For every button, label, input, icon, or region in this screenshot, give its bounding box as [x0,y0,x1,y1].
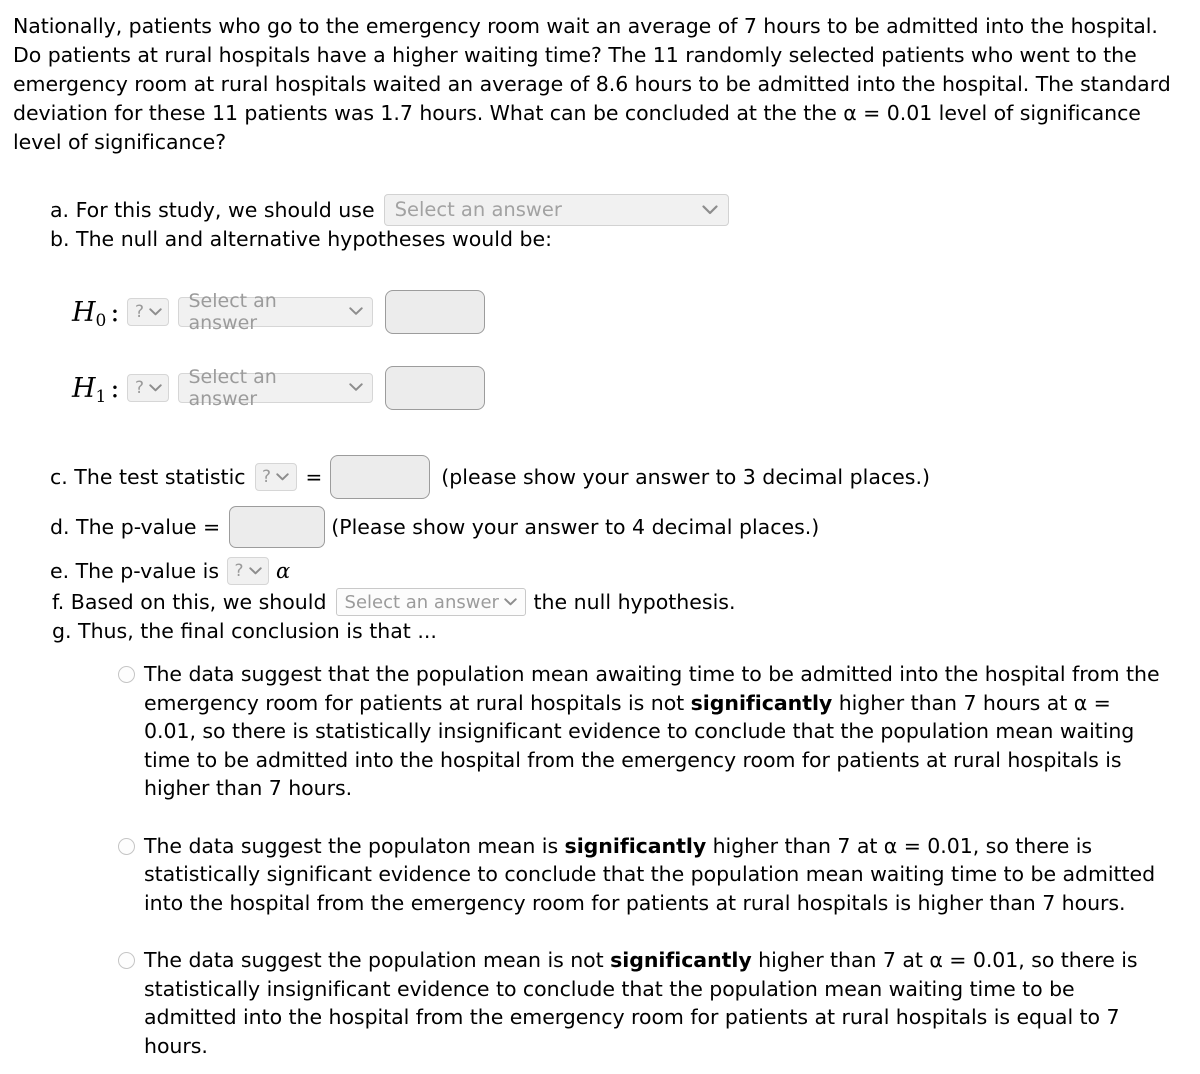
hypothesis-alternative-colon: : [110,372,120,404]
chevron-down-icon [276,470,289,485]
h1-parameter-select-value: ? [134,378,144,398]
chevron-down-glyph [701,205,718,215]
chevron-down-icon [149,381,162,396]
conclusion-option-2[interactable]: The data suggest the populaton mean is s… [118,832,1178,918]
part-a-row: a. For this study, we should use Select … [50,194,729,226]
p-value-comparison-select[interactable]: ? [227,557,270,585]
chevron-down-icon [248,564,262,579]
conclusion-option-2-label: The data suggest the populaton mean is s… [144,833,1156,915]
part-g-label: g. Thus, the final conclusion is that ..… [52,619,437,643]
part-c-equals: = [305,465,323,489]
h0-parameter-select-value: ? [134,302,144,322]
emphasis-text: significantly [610,948,752,972]
chevron-down-icon [503,595,517,610]
conclusion-option-3-label: The data suggest the population mean is … [144,948,1138,1058]
h1-operator-select[interactable]: Select an answer [178,366,374,410]
problem-statement: Nationally, patients who go to the emerg… [13,14,1171,154]
radio-button-icon[interactable] [118,952,135,969]
hypothesis-null-colon: : [110,296,120,328]
chevron-down-icon [349,380,364,396]
part-d-note: (Please show your answer to 4 decimal pl… [331,515,820,539]
chevron-down-icon [149,305,162,320]
chevron-down-glyph [149,307,162,315]
test-statistic-type-select[interactable]: ? [254,463,297,491]
chevron-down-icon [349,304,364,320]
h0-parameter-select[interactable]: ? [127,298,170,326]
chevron-down-icon [701,202,718,218]
hypothesis-alternative-subscript: 1 [95,386,107,407]
part-e-row: e. The p-value is ? α [50,557,290,585]
conclusion-option-1-label: The data suggest that the population mea… [144,662,1160,800]
decision-select-value: Select an answer [344,591,499,613]
emphasis-text: significantly [690,690,833,715]
h1-value-input[interactable] [385,366,486,410]
conclusion-options-group: The data suggest that the population mea… [118,660,1178,1060]
radio-button-icon[interactable] [118,837,135,855]
test-statistic-input[interactable] [330,455,431,499]
p-value-input[interactable] [229,506,326,548]
emphasis-text: significantly [564,833,707,858]
part-f-label-after: the null hypothesis. [533,590,736,614]
part-d-row: d. The p-value = (Please show your answe… [50,506,819,548]
conclusion-option-1[interactable]: The data suggest that the population mea… [118,660,1178,803]
hypothesis-null-symbol: H [72,296,96,328]
test-statistic-type-select-value: ? [262,467,272,487]
h0-operator-select-value: Select an answer [188,290,277,334]
h1-parameter-select[interactable]: ? [127,374,170,402]
chevron-down-glyph [349,383,364,391]
p-value-comparison-select-value: ? [234,561,244,581]
part-e-label: e. The p-value is [50,559,220,583]
h0-value-input[interactable] [385,290,486,334]
decision-select[interactable]: Select an answer [335,588,526,616]
part-f-row: f. Based on this, we should Select an an… [52,588,735,616]
hypothesis-null-label: H0: [72,296,120,331]
hypothesis-null-subscript: 0 [95,310,107,331]
conclusion-option-3[interactable]: The data suggest the population mean is … [118,946,1178,1060]
hypothesis-alternative-row: H1: ? Select an answer [72,366,486,410]
part-f-label-before: f. Based on this, we should [52,590,327,614]
part-c-row: c. The test statistic ? = (please show y… [50,455,930,499]
hypothesis-alternative-label: H1: [72,372,120,407]
part-d-label: d. The p-value = [50,515,221,539]
part-c-note: (please show your answer to 3 decimal pl… [441,465,930,489]
chevron-down-glyph [276,472,289,480]
chevron-down-glyph [149,383,162,391]
hypothesis-null-row: H0: ? Select an answer [72,290,486,334]
radio-button-icon[interactable] [118,666,135,683]
h0-operator-select[interactable]: Select an answer [178,290,374,334]
alpha-symbol: α [276,559,291,583]
study-type-select-value: Select an answer [394,198,562,221]
chevron-down-glyph [248,566,262,574]
part-c-label: c. The test statistic [50,465,246,489]
study-type-select[interactable]: Select an answer [383,194,729,226]
hypothesis-alternative-symbol: H [72,372,96,404]
h1-operator-select-value: Select an answer [188,366,277,410]
worksheet-page: Nationally, patients who go to the emerg… [0,0,1200,1074]
chevron-down-glyph [349,307,364,315]
part-a-label: a. For this study, we should use [50,198,375,222]
chevron-down-glyph [503,597,517,605]
part-b-label: b. The null and alternative hypotheses w… [50,227,553,251]
